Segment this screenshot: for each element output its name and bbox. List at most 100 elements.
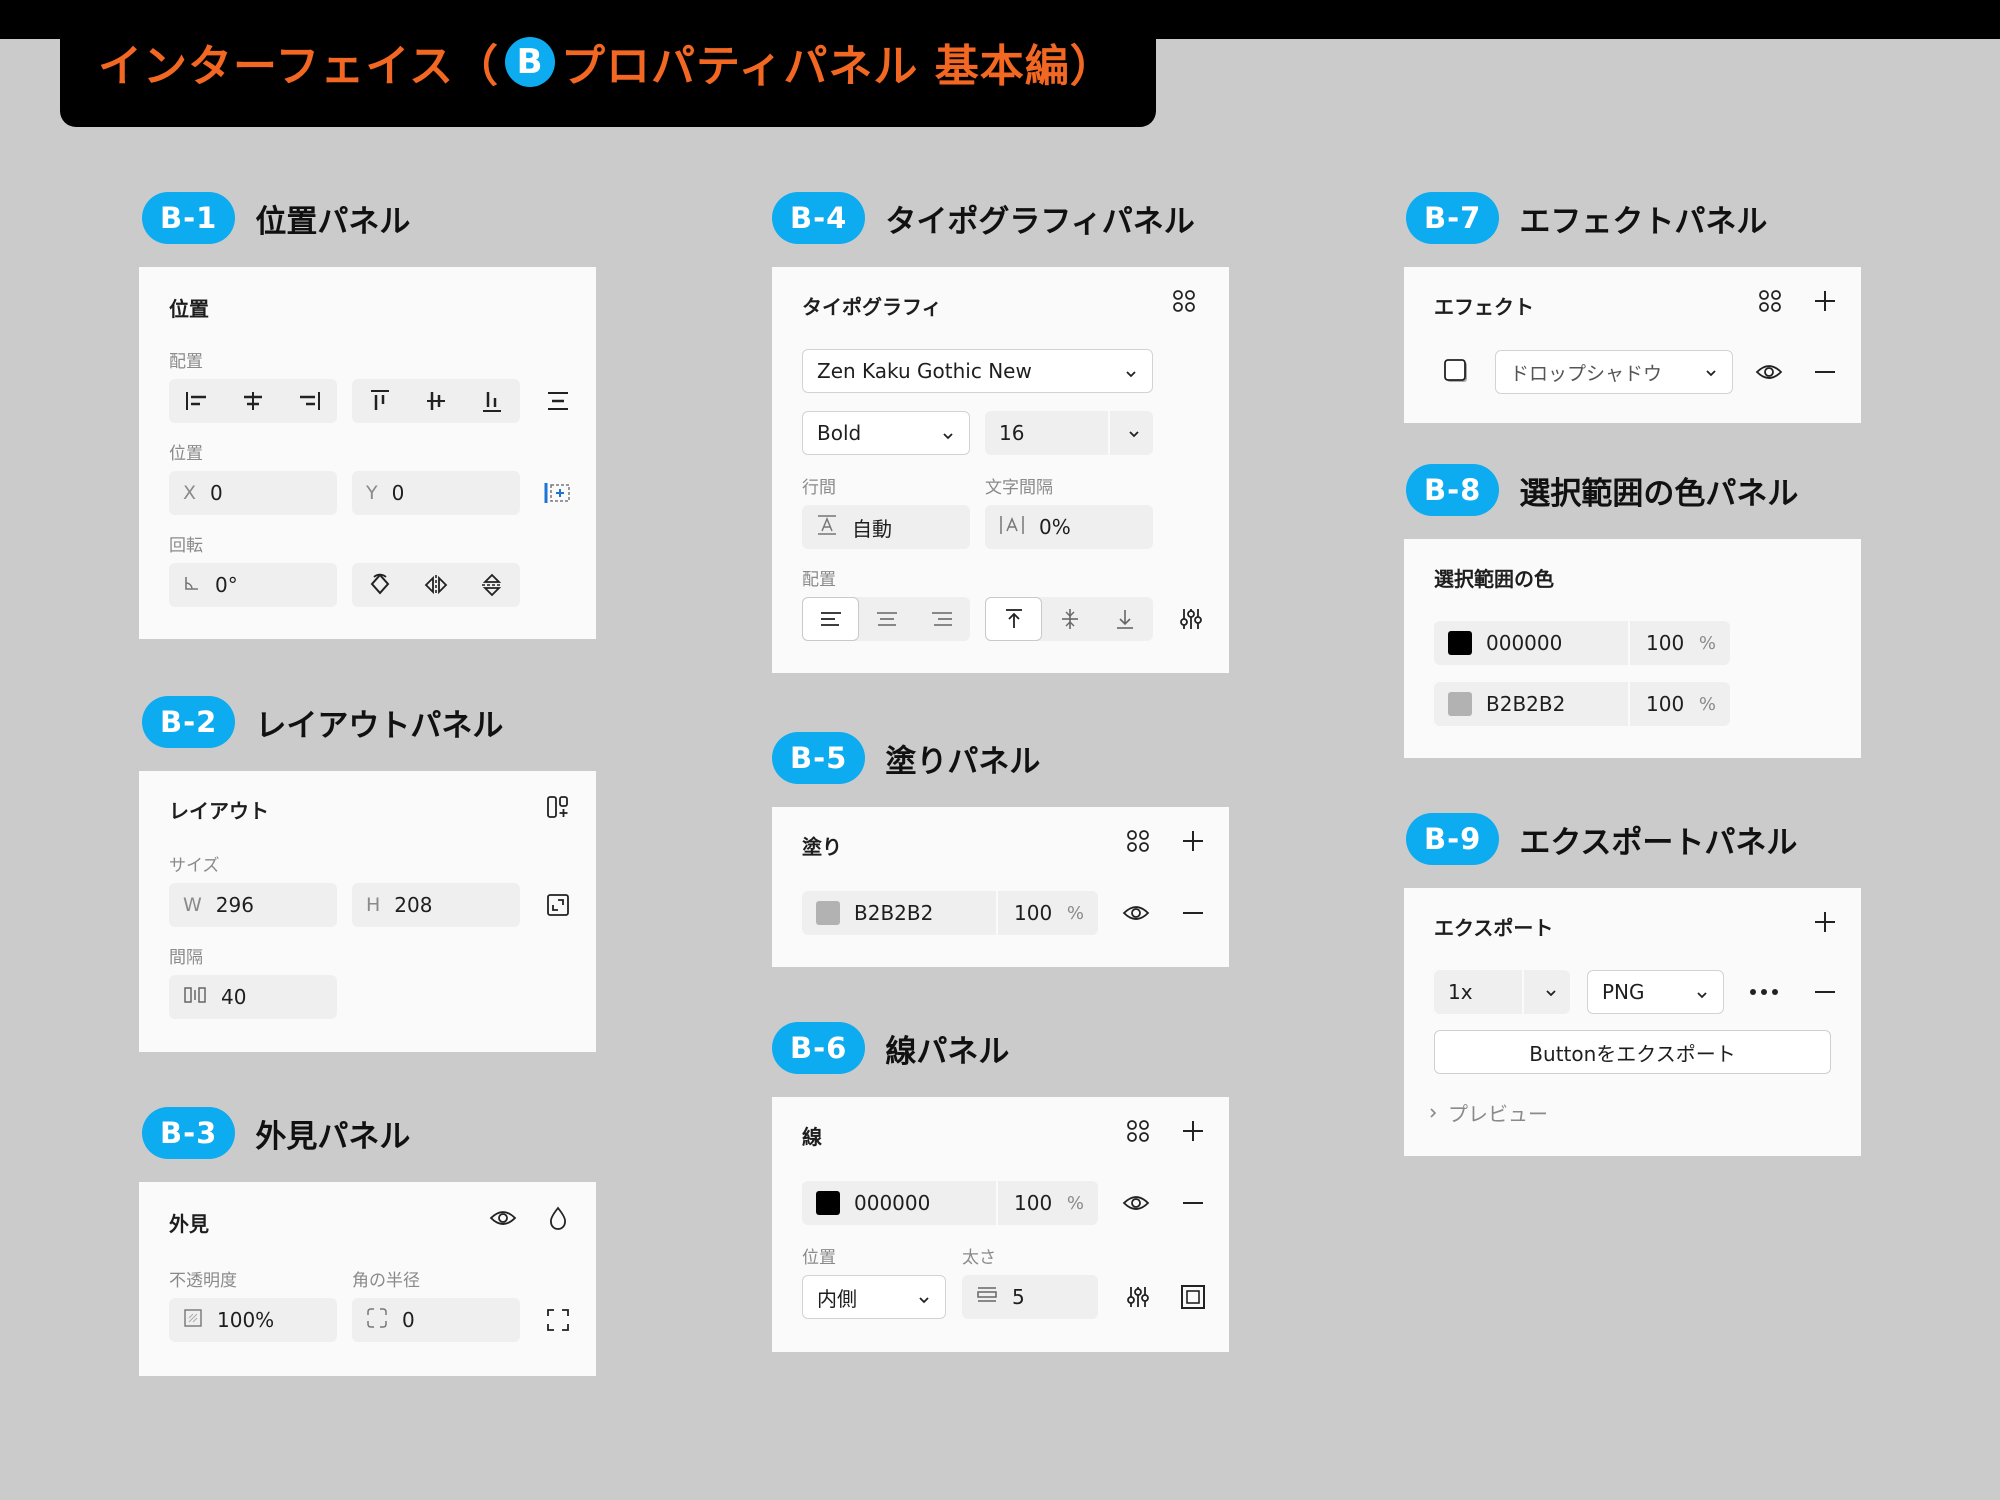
eye-icon[interactable] (485, 1200, 521, 1236)
plus-icon[interactable] (1807, 904, 1843, 940)
line-height-input[interactable]: 自動 (802, 505, 970, 549)
effect-type-dropdown[interactable]: ドロップシャドウ (1495, 350, 1733, 394)
align-center-h-icon[interactable] (225, 379, 281, 423)
selection-colors-panel: 選択範囲の色 000000 100 % B2B2B2 100 % (1404, 539, 1861, 758)
plus-icon[interactable] (1175, 823, 1211, 859)
align-right-icon[interactable] (281, 379, 337, 423)
section-header-b9: B-9 エクスポートパネル (1406, 813, 1797, 865)
align-bottom-icon[interactable] (464, 379, 520, 423)
distribute-icon[interactable] (540, 383, 576, 419)
section-header-b7: B-7 エフェクトパネル (1406, 192, 1767, 244)
font-weight-dropdown[interactable]: Bold (802, 411, 970, 455)
styles-grid-icon[interactable] (1120, 823, 1156, 859)
color-swatch[interactable] (1448, 692, 1472, 716)
percent-unit: % (1698, 693, 1716, 715)
blend-mode-drop-icon[interactable] (540, 1200, 576, 1236)
font-size-input[interactable]: 16 (985, 411, 1153, 455)
stroke-hex: 000000 (854, 1191, 931, 1215)
width-input[interactable]: W 296 (169, 883, 337, 927)
text-align-center-icon[interactable] (859, 597, 914, 641)
section-header-b4: B-4 タイポグラフィパネル (772, 192, 1195, 244)
chevron-down-icon[interactable] (1127, 425, 1141, 446)
flip-vertical-icon[interactable] (464, 563, 520, 607)
text-align-right-icon[interactable] (915, 597, 970, 641)
rotation-input[interactable]: 0° (169, 563, 337, 607)
height-input[interactable]: H 208 (352, 883, 520, 927)
text-align-top-icon[interactable] (985, 597, 1043, 641)
rotate-90-icon[interactable] (352, 563, 408, 607)
color-opacity[interactable]: 100 (1646, 692, 1684, 716)
styles-grid-icon[interactable] (1166, 283, 1202, 319)
gap-input[interactable]: 40 (169, 975, 337, 1019)
minus-icon[interactable] (1175, 1185, 1211, 1221)
color-swatch[interactable] (816, 901, 840, 925)
horizontal-align-group (169, 379, 337, 423)
color-swatch[interactable] (816, 1191, 840, 1215)
radius-input[interactable]: 0 (352, 1298, 520, 1342)
stroke-color-input[interactable]: 000000 100 % (802, 1181, 1098, 1225)
align-left-icon[interactable] (169, 379, 225, 423)
text-align-bottom-icon[interactable] (1098, 597, 1153, 641)
transform-group (352, 563, 520, 607)
fill-opacity[interactable]: 100 (1014, 901, 1052, 925)
size-label: サイズ (169, 856, 220, 876)
stroke-position-dropdown[interactable]: 内側 (802, 1275, 946, 1319)
align-label: 配置 (169, 352, 203, 372)
section-header-b5: B-5 塗りパネル (772, 732, 1040, 784)
styles-grid-icon[interactable] (1752, 283, 1788, 319)
gap-icon (183, 985, 207, 1010)
auto-layout-icon[interactable] (540, 789, 576, 825)
individual-strokes-icon[interactable] (1175, 1279, 1211, 1315)
x-prefix: X (183, 482, 197, 504)
x-input[interactable]: X 0 (169, 471, 337, 515)
color-swatch[interactable] (1448, 631, 1472, 655)
font-family-dropdown[interactable]: Zen Kaku Gothic New (802, 349, 1153, 393)
percent-unit: % (1066, 902, 1084, 924)
stroke-settings-icon[interactable] (1120, 1279, 1156, 1315)
eye-icon[interactable] (1118, 1185, 1154, 1221)
type-settings-icon[interactable] (1173, 601, 1209, 637)
text-align-middle-icon[interactable] (1042, 597, 1097, 641)
export-scale-value: 1x (1448, 980, 1473, 1004)
selection-color-row[interactable]: B2B2B2 100 % (1434, 682, 1730, 726)
minus-icon[interactable] (1807, 974, 1843, 1010)
export-button[interactable]: Buttonをエクスポート (1434, 1030, 1831, 1074)
letter-spacing-input[interactable]: 0% (985, 505, 1153, 549)
plus-icon[interactable] (1175, 1113, 1211, 1149)
minus-icon[interactable] (1807, 354, 1843, 390)
color-opacity[interactable]: 100 (1646, 631, 1684, 655)
h-prefix: H (366, 894, 381, 916)
selection-color-row[interactable]: 000000 100 % (1434, 621, 1730, 665)
fill-color-input[interactable]: B2B2B2 100 % (802, 891, 1098, 935)
eye-icon[interactable] (1118, 895, 1154, 931)
appearance-panel: 外見 不透明度 角の半径 100% 0 (139, 1182, 596, 1376)
line-height-label: 行間 (802, 478, 836, 498)
chevron-down-icon (1704, 363, 1718, 385)
independent-corners-icon[interactable] (540, 1302, 576, 1338)
align-top-icon[interactable] (352, 379, 408, 423)
export-format-dropdown[interactable]: PNG (1587, 970, 1724, 1014)
opacity-input[interactable]: 100% (169, 1298, 337, 1342)
minus-icon[interactable] (1175, 895, 1211, 931)
stroke-panel: 線 000000 100 % 位置 太さ 内側 5 (772, 1097, 1229, 1352)
text-align-left-icon[interactable] (802, 597, 860, 641)
section-title: 塗りパネル (885, 743, 1041, 780)
chevron-down-icon[interactable] (1544, 984, 1558, 1005)
y-input[interactable]: Y 0 (352, 471, 520, 515)
styles-grid-icon[interactable] (1120, 1113, 1156, 1149)
more-options-icon[interactable] (1746, 974, 1782, 1010)
effect-settings-icon[interactable] (1438, 353, 1474, 389)
section-title: 線パネル (885, 1033, 1010, 1070)
plus-icon[interactable] (1807, 283, 1843, 319)
constraints-icon[interactable] (540, 475, 576, 511)
panel-title: 外見 (169, 1212, 209, 1236)
preview-toggle[interactable]: プレビュー (1428, 1098, 1548, 1127)
stroke-weight-input[interactable]: 5 (962, 1275, 1098, 1319)
export-scale-input[interactable]: 1x (1434, 970, 1570, 1014)
resize-icon[interactable] (540, 887, 576, 923)
eye-icon[interactable] (1751, 354, 1787, 390)
letter-spacing-label: 文字間隔 (985, 478, 1053, 498)
flip-horizontal-icon[interactable] (408, 563, 464, 607)
align-center-v-icon[interactable] (408, 379, 464, 423)
stroke-opacity[interactable]: 100 (1014, 1191, 1052, 1215)
